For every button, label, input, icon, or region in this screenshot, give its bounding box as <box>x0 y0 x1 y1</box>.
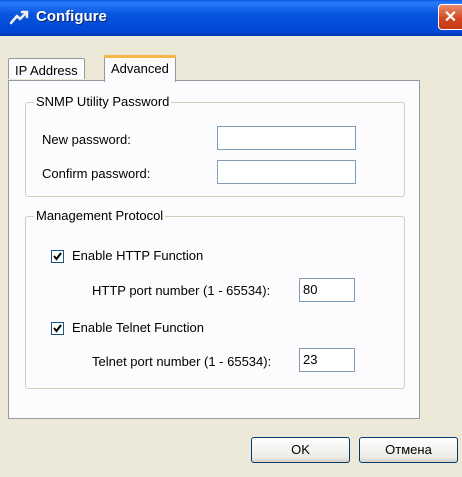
http-enable-label[interactable]: Enable HTTP Function <box>72 248 203 263</box>
window-title: Configure <box>36 8 107 25</box>
close-x-icon: ✕ <box>443 9 458 26</box>
title-bar[interactable]: Configure ✕ <box>0 0 462 36</box>
tab-ip-address[interactable]: IP Address <box>8 58 85 79</box>
configure-arrow-icon <box>8 7 30 29</box>
new-password-field[interactable] <box>217 126 356 150</box>
telnet-enable-checkbox[interactable] <box>51 322 64 335</box>
confirm-password-label: Confirm password: <box>42 166 151 181</box>
http-port-label: HTTP port number (1 - 65534): <box>92 283 271 298</box>
snmp-group-title: SNMP Utility Password <box>34 94 172 109</box>
new-password-label: New password: <box>42 132 131 147</box>
telnet-enable-label[interactable]: Enable Telnet Function <box>72 320 204 335</box>
cancel-button[interactable]: Отмена <box>359 437 458 463</box>
snmp-password-group: SNMP Utility Password New password: Conf… <box>25 94 405 197</box>
tab-advanced[interactable]: Advanced <box>104 55 176 82</box>
http-enable-checkbox[interactable] <box>51 250 64 263</box>
ok-button[interactable]: OK <box>251 437 350 463</box>
management-protocol-group: Management Protocol Enable HTTP Function… <box>25 208 405 389</box>
checkmark-icon <box>53 324 62 333</box>
http-port-field[interactable]: 80 <box>299 278 355 302</box>
telnet-port-label: Telnet port number (1 - 65534): <box>92 354 272 369</box>
confirm-password-field[interactable] <box>217 160 356 184</box>
management-group-title: Management Protocol <box>34 208 166 223</box>
telnet-port-field[interactable]: 23 <box>299 348 355 372</box>
close-button[interactable]: ✕ <box>438 4 462 30</box>
checkmark-icon <box>53 252 62 261</box>
configure-dialog: Configure ✕ IP Address Advanced SNMP Uti… <box>0 0 462 477</box>
tab-panel-advanced: SNMP Utility Password New password: Conf… <box>8 80 420 419</box>
